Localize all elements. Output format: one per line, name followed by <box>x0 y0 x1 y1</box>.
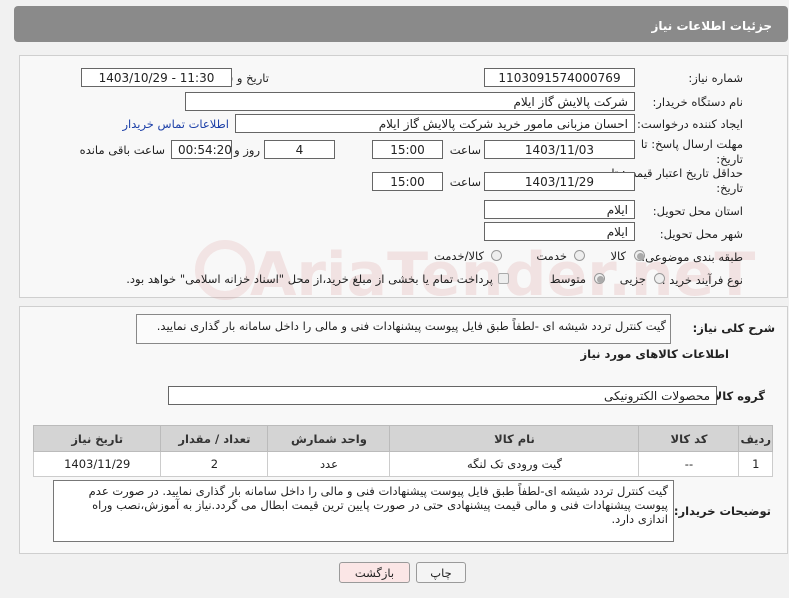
goods-group-label: گروه کالا: <box>709 389 765 403</box>
requester-field: احسان مزبانی مامور خرید شرکت پالایش گاز … <box>235 114 635 133</box>
cell-unit: عدد <box>267 451 391 477</box>
cell-goods-code: -- <box>638 451 740 477</box>
day-and-label: روز و <box>234 143 260 157</box>
need-number-field: 1103091574000769 <box>484 68 635 87</box>
page-title: جزئیات اطلاعات نیاز <box>651 19 772 33</box>
province-field: ایلام <box>484 200 635 219</box>
buyer-org-field: شرکت پالایش گاز ایلام <box>185 92 635 111</box>
category-radio-goods-service[interactable] <box>491 250 502 261</box>
description-title: شرح کلی نیاز: <box>692 321 775 335</box>
header-row-number: ردیف <box>738 425 773 452</box>
header-need-date: تاریخ نیاز <box>32 425 162 452</box>
buyer-notes-box: گیت کنترل تردد شیشه ای-لطفاً طبق فایل پی… <box>53 480 674 542</box>
header-goods-name: نام کالا <box>389 425 640 452</box>
category-radio-goods[interactable] <box>634 250 645 261</box>
contact-buyer-link[interactable]: اطلاعات تماس خریدار <box>122 117 229 131</box>
days-remaining-field: 4 <box>264 140 335 159</box>
buyer-notes-label: توضیحات خریدار: <box>673 504 771 518</box>
validity-time-label: ساعت <box>449 175 481 189</box>
category-option-goods-service: کالا/خدمت <box>433 249 484 263</box>
print-button[interactable]: چاپ <box>416 562 466 583</box>
header-unit: واحد شمارش <box>267 425 391 452</box>
delivery-city-label: شهر محل تحویل: <box>659 227 743 241</box>
category-option-service: خدمت <box>536 249 567 263</box>
category-radio-service[interactable] <box>574 250 585 261</box>
header-goods-code: کد کالا <box>638 425 740 452</box>
items-section-title: اطلاعات کالاهای مورد نیاز <box>580 347 729 361</box>
need-number-label: شماره نیاز: <box>688 71 743 85</box>
process-radio-medium[interactable] <box>594 273 605 284</box>
reply-deadline-label-line1: مهلت ارسال پاسخ: تا <box>640 137 743 151</box>
delivery-province-label: استان محل تحویل: <box>652 204 743 218</box>
table-row: 1 -- گیت ورودی تک لنگه عدد 2 1403/11/29 <box>32 451 773 477</box>
remaining-label: ساعت باقی مانده <box>79 143 165 157</box>
process-option-minor: جزیی <box>619 272 646 286</box>
validity-time-field: 15:00 <box>372 172 443 191</box>
category-option-goods: کالا <box>610 249 626 263</box>
requester-label: ایجاد کننده درخواست: <box>637 117 743 131</box>
process-radio-minor[interactable] <box>654 273 665 284</box>
header-quantity: تعداد / مقدار <box>160 425 269 452</box>
reply-time-field: 15:00 <box>372 140 443 159</box>
reply-deadline-label: مهلت ارسال پاسخ: تا تاریخ: <box>641 137 743 167</box>
table-header-row: ردیف کد کالا نام کالا واحد شمارش تعداد /… <box>32 425 773 452</box>
description-text: گیت کنترل تردد شیشه ای -لطفاً طبق فایل پ… <box>156 319 666 333</box>
reply-deadline-label-line2: تاریخ: <box>716 152 743 166</box>
time-remaining-field: 00:54:20 <box>171 140 232 159</box>
city-field: ایلام <box>484 222 635 241</box>
announce-datetime-field: 1403/10/29 - 11:30 <box>81 68 232 87</box>
back-button[interactable]: بازگشت <box>339 562 410 583</box>
reply-time-label: ساعت <box>449 143 481 157</box>
buyer-org-label: نام دستگاه خریدار: <box>652 95 743 109</box>
process-option-medium: متوسط <box>549 272 586 286</box>
cell-goods-name: گیت ورودی تک لنگه <box>389 451 640 477</box>
reply-date-field: 1403/11/03 <box>484 140 635 159</box>
watermark-logo <box>195 240 255 300</box>
payment-note: پرداخت تمام یا بخشی از مبلغ خرید،از محل … <box>126 272 493 286</box>
validity-date-field: 1403/11/29 <box>484 172 635 191</box>
process-type-label: نوع فرآیند خرید : <box>661 273 743 287</box>
goods-group-field: محصولات الکترونیکی <box>168 386 717 405</box>
items-table: ردیف کد کالا نام کالا واحد شمارش تعداد /… <box>32 425 773 477</box>
cell-need-date: 1403/11/29 <box>32 451 162 477</box>
cell-row-number: 1 <box>738 451 773 477</box>
page-header: جزئیات اطلاعات نیاز <box>14 6 788 42</box>
category-label: طبقه بندی موضوعی: <box>641 250 743 264</box>
cell-quantity: 2 <box>160 451 269 477</box>
payment-checkbox[interactable] <box>498 273 509 284</box>
